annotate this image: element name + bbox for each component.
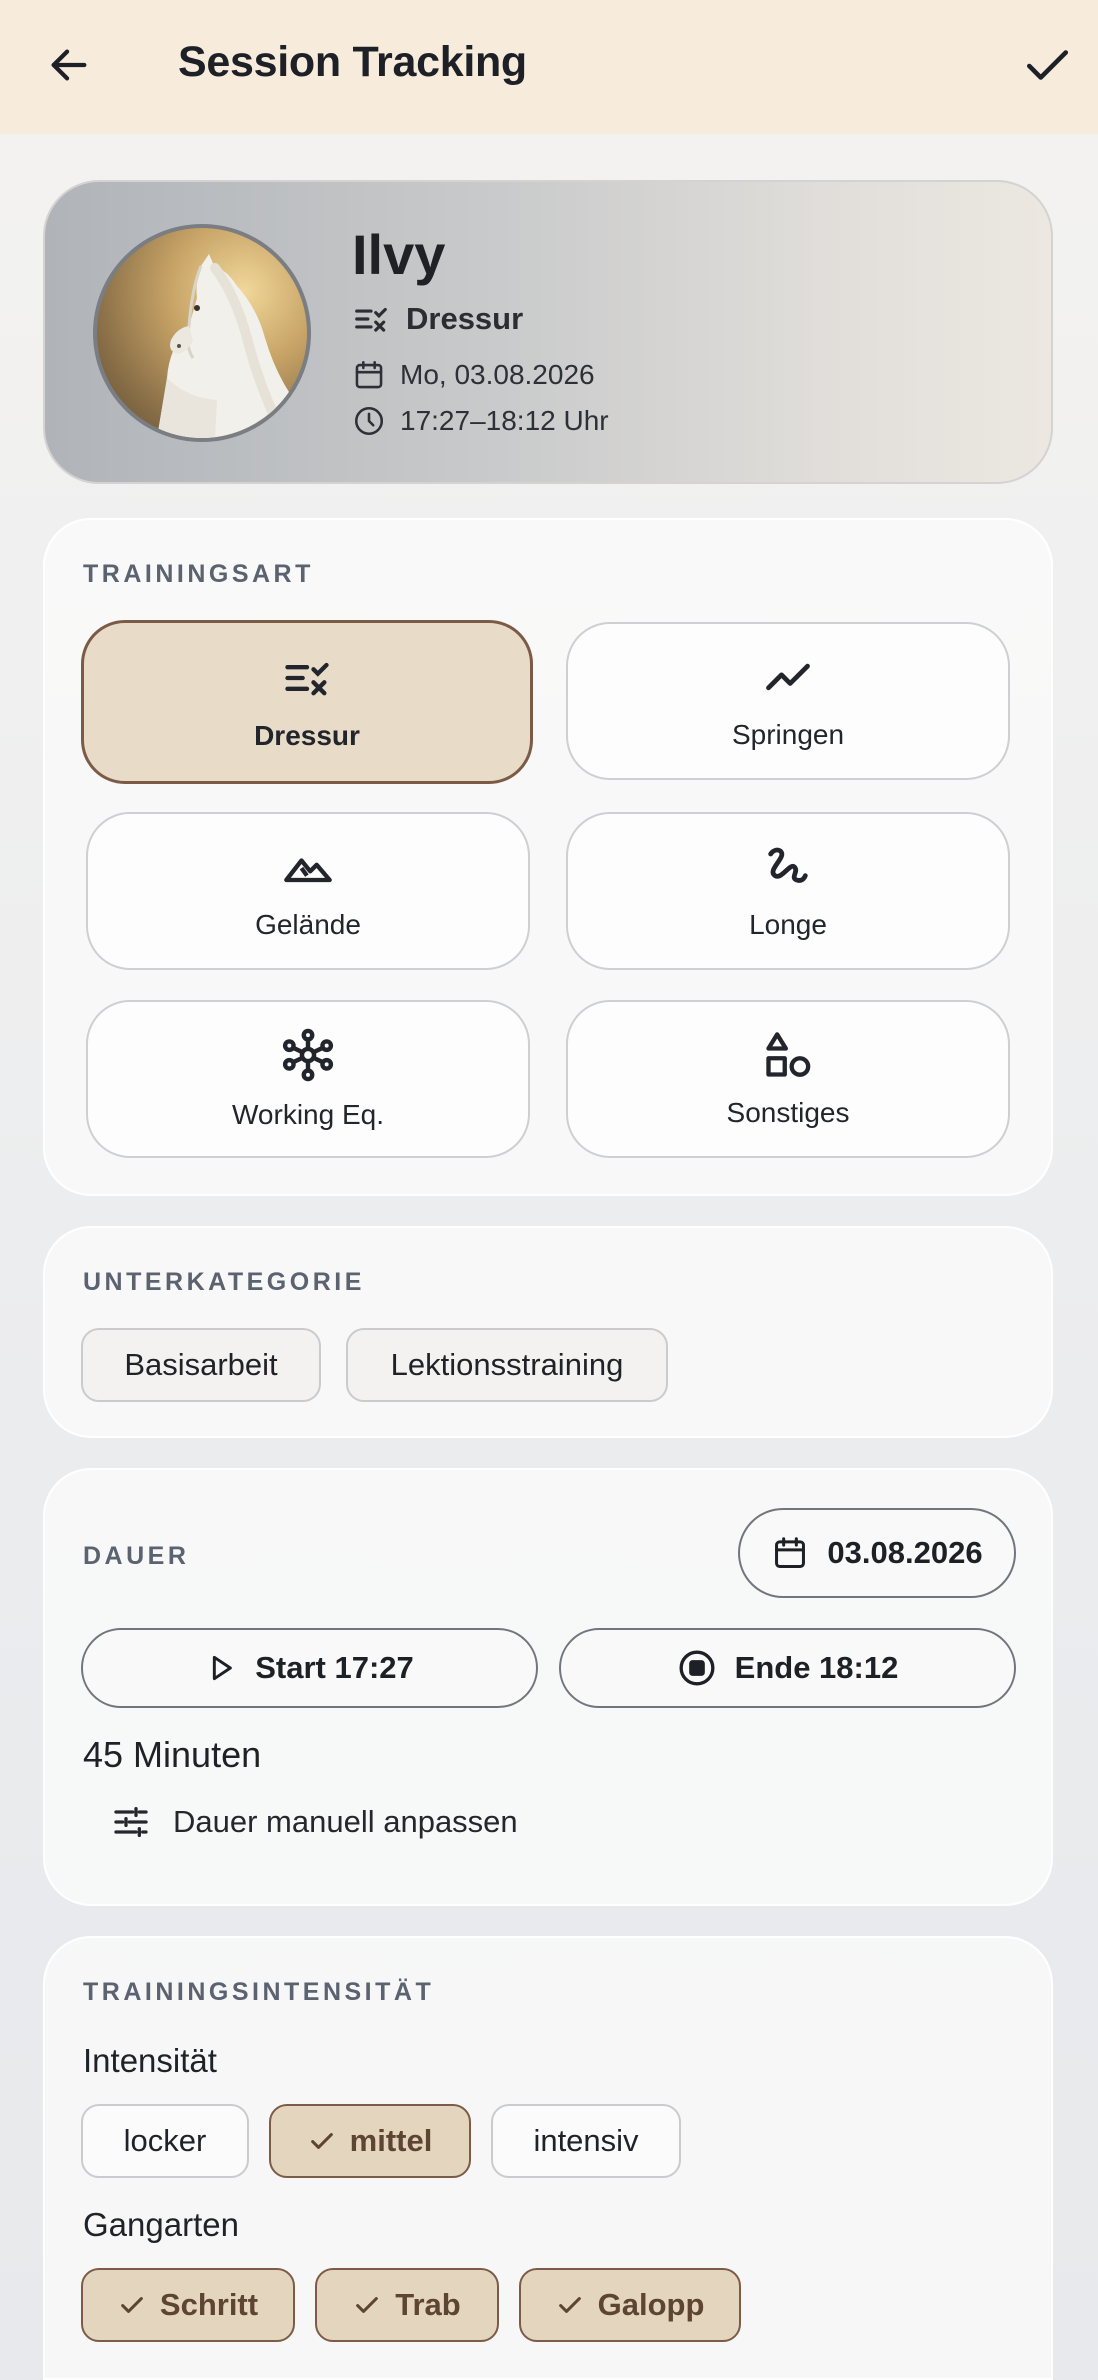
type-option-springen[interactable]: Springen [566, 622, 1010, 780]
horse-summary-card: Ilvy Dressur Mo, 03.08.2026 17:27–18:12 … [43, 180, 1053, 484]
gaits-label: Gangarten [83, 2206, 239, 2243]
end-time-label: Ende 18:12 [734, 1650, 899, 1685]
section-label-trainingsart: TRAININGSART [83, 560, 314, 588]
gait-chip-trab[interactable]: Trab [315, 2268, 499, 2342]
type-option-dressur[interactable]: Dressur [81, 620, 533, 784]
type-option-label: Sonstiges [726, 1097, 850, 1128]
manual-duration-button[interactable]: Dauer manuell anpassen [111, 1802, 518, 1842]
section-label-trainingsintensitaet: TRAININGSINTENSITÄT [83, 1978, 435, 2006]
end-time-button[interactable]: Ende 18:12 [559, 1628, 1016, 1708]
type-option-label: Springen [731, 719, 845, 750]
gait-chip-label: Galopp [597, 2287, 705, 2322]
subcategory-chip-lektionsstraining[interactable]: Lektionsstraining [346, 1328, 668, 1402]
type-option-gelaende[interactable]: Gelände [86, 812, 530, 970]
type-option-label: Longe [749, 909, 827, 940]
intensity-chip-mittel[interactable]: mittel [269, 2104, 471, 2178]
session-time-text: 17:27–18:12 Uhr [400, 405, 609, 436]
intensity-card: TRAININGSINTENSITÄT Intensität locker mi… [43, 1936, 1053, 2380]
type-option-label: Dressur [254, 720, 360, 751]
check-icon [356, 2297, 379, 2313]
terrain-icon [284, 858, 332, 883]
session-date-text: Mo, 03.08.2026 [400, 359, 595, 390]
section-label-unterkategorie: UNTERKATEGORIE [83, 1268, 365, 1296]
hub-network-icon [282, 1028, 334, 1082]
gait-chip-galopp[interactable]: Galopp [519, 2268, 741, 2342]
save-button[interactable] [1016, 34, 1078, 96]
duration-minutes: 45 Minuten [83, 1734, 262, 1775]
intensity-chip-label: mittel [349, 2123, 433, 2158]
subcategory-chip-basisarbeit[interactable]: Basisarbeit [81, 1328, 321, 1402]
horse-name: Ilvy [352, 223, 446, 286]
gait-chip-label: Schritt [159, 2287, 259, 2322]
horse-avatar [93, 224, 311, 442]
start-time-button[interactable]: Start 17:27 [81, 1628, 538, 1708]
clock-icon [354, 406, 384, 436]
check-icon [121, 2297, 143, 2313]
manual-duration-label: Dauer manuell anpassen [173, 1804, 518, 1839]
play-icon [213, 1655, 233, 1681]
lunge-curve-icon [768, 847, 808, 883]
shapes-icon [766, 1032, 811, 1077]
training-type-card: TRAININGSART Dressur Springen Gelände Lo… [43, 518, 1053, 1196]
date-picker-button[interactable]: 03.08.2026 [738, 1508, 1016, 1598]
intensity-chip-label: locker [123, 2123, 207, 2158]
check-icon [310, 2133, 333, 2149]
subcategory-card: UNTERKATEGORIE Basisarbeit Lektionsstrai… [43, 1226, 1053, 1438]
intensity-label: Intensität [83, 2042, 217, 2079]
date-picker-value: 03.08.2026 [827, 1535, 983, 1570]
section-label-dauer: DAUER [83, 1542, 190, 1570]
page-title: Session Tracking [178, 38, 527, 86]
trend-line-icon [766, 663, 810, 691]
duration-card: DAUER 03.08.2026 Start 17:27 Ende 18:12 … [43, 1468, 1053, 1906]
dressage-icon [285, 662, 329, 696]
stop-circle-icon [679, 1650, 715, 1686]
type-option-label: Working Eq. [232, 1099, 384, 1130]
start-time-label: Start 17:27 [255, 1650, 414, 1685]
horse-discipline: Dressur [352, 300, 523, 338]
back-button[interactable] [38, 34, 100, 96]
arrow-left-icon [51, 49, 87, 81]
gait-chip-schritt[interactable]: Schritt [81, 2268, 295, 2342]
intensity-chip-intensiv[interactable]: intensiv [491, 2104, 681, 2178]
session-date: Mo, 03.08.2026 [352, 358, 595, 392]
calendar-icon [775, 1537, 806, 1568]
app-bar: Session Tracking [0, 0, 1098, 134]
dressage-icon [355, 307, 387, 332]
type-option-working-eq[interactable]: Working Eq. [86, 1000, 530, 1158]
intensity-chip-locker[interactable]: locker [81, 2104, 249, 2178]
tune-icon [114, 1807, 148, 1837]
type-option-sonstiges[interactable]: Sonstiges [566, 1000, 1010, 1158]
session-time: 17:27–18:12 Uhr [352, 404, 609, 438]
check-icon [558, 2297, 581, 2313]
horse-discipline-label: Dressur [406, 301, 524, 336]
gait-chip-label: Trab [395, 2287, 461, 2322]
intensity-chip-label: intensiv [533, 2123, 639, 2158]
type-option-longe[interactable]: Longe [566, 812, 1010, 970]
calendar-icon [355, 360, 383, 389]
type-option-label: Gelände [255, 909, 361, 940]
check-icon [1027, 50, 1069, 80]
